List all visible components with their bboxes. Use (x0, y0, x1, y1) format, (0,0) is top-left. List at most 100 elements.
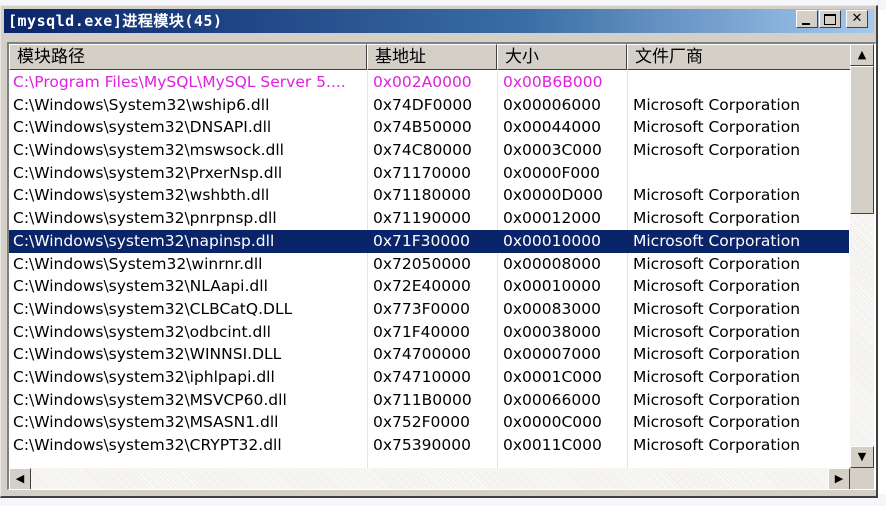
scroll-right-button[interactable]: ▶ (828, 468, 850, 489)
scroll-up-button[interactable]: ▲ (850, 44, 874, 66)
cell-size: 0x00083000 (503, 299, 601, 318)
table-row[interactable]: C:\Windows\system32\napinsp.dll 0x71F3000… (9, 229, 849, 253)
cell-base-address: 0x002A0000 (373, 73, 472, 91)
list-rows: C:\Program Files\MySQL\MySQL Server 5...… (9, 71, 849, 457)
cell-base-address: 0x71180000 (373, 186, 471, 205)
cell-base-address: 0x74C80000 (373, 141, 472, 160)
table-row[interactable]: C:\Windows\System32\winrnr.dll 0x72050000… (9, 253, 849, 276)
cell-module-path: C:\Windows\system32\MSASN1.dll (13, 413, 279, 432)
table-row[interactable]: C:\Windows\system32\odbcint.dll 0x71F4000… (9, 321, 849, 344)
table-row[interactable]: C:\Windows\system32\mswsock.dll 0x74C8000… (9, 139, 849, 162)
table-row[interactable]: C:\Windows\system32\MSASN1.dll 0x752F0000… (9, 411, 849, 434)
cell-module-path: C:\Program Files\MySQL\MySQL Server 5...… (13, 73, 346, 91)
module-list[interactable]: 模块路径 基地址 大小 文件厂商 C:\Program Files\MySQL\… (7, 42, 876, 490)
cell-module-path: C:\Windows\system32\iphlpapi.dll (13, 367, 275, 386)
table-row[interactable]: C:\Windows\system32\wshbth.dll 0x71180000… (9, 184, 849, 207)
cell-size: 0x0001C000 (503, 367, 602, 386)
cell-vendor: Microsoft Corporation (633, 390, 801, 409)
cell-module-path: C:\Windows\system32\WINNSI.DLL (13, 345, 282, 364)
cell-size: 0x00038000 (503, 322, 601, 341)
cell-module-path: C:\Windows\system32\pnrpnsp.dll (13, 209, 277, 228)
cell-base-address: 0x74700000 (373, 345, 471, 364)
cell-size: 0x00007000 (503, 345, 601, 364)
minimize-button[interactable] (796, 10, 818, 28)
scrollbar-corner (850, 468, 874, 489)
cell-module-path: C:\Windows\system32\PrxerNsp.dll (13, 163, 283, 182)
cell-module-path: C:\Windows\system32\NLAapi.dll (13, 277, 268, 296)
scroll-down-button[interactable]: ▼ (850, 446, 874, 468)
vertical-scrollbar[interactable]: ▲ ▼ (850, 44, 874, 468)
cell-size: 0x0000F000 (503, 163, 600, 182)
cell-vendor: Microsoft Corporation (633, 299, 801, 318)
cell-module-path: C:\Windows\system32\wshbth.dll (13, 186, 270, 205)
column-header-vendor[interactable]: 文件厂商 (627, 44, 855, 70)
cell-module-path: C:\Windows\system32\DNSAPI.dll (13, 118, 272, 137)
cell-vendor: Microsoft Corporation (633, 436, 801, 454)
cell-module-path: C:\Windows\system32\CLBCatQ.DLL (13, 299, 293, 318)
maximize-button[interactable] (819, 10, 841, 28)
table-row[interactable]: C:\Windows\system32\iphlpapi.dll 0x747100… (9, 366, 849, 389)
table-row[interactable]: C:\Windows\system32\pnrpnsp.dll 0x7119000… (9, 207, 849, 230)
column-header-base[interactable]: 基地址 (367, 44, 497, 70)
arrow-left-icon: ◀ (15, 472, 25, 485)
cell-module-path: C:\Windows\system32\CRYPT32.dll (13, 436, 282, 454)
cell-vendor: Microsoft Corporation (633, 141, 801, 160)
cell-base-address: 0x773F0000 (373, 299, 470, 318)
cell-size: 0x0000D000 (503, 186, 604, 205)
close-button[interactable]: ✕ (846, 10, 868, 28)
cell-module-path: C:\Windows\system32\odbcint.dll (13, 322, 271, 341)
table-row[interactable]: C:\Program Files\MySQL\MySQL Server 5...… (9, 71, 849, 94)
horizontal-scrollbar[interactable]: ◀ ▶ (9, 468, 850, 489)
list-header: 模块路径 基地址 大小 文件厂商 (9, 44, 855, 70)
cell-vendor: Microsoft Corporation (633, 254, 801, 273)
cell-base-address: 0x71190000 (373, 209, 471, 228)
table-row[interactable]: C:\Windows\system32\DNSAPI.dll 0x74B50000… (9, 116, 849, 139)
cell-vendor: Microsoft Corporation (633, 186, 801, 205)
cell-base-address: 0x74B50000 (373, 118, 472, 137)
table-row[interactable]: C:\Windows\system32\NLAapi.dll 0x72E40000… (9, 275, 849, 298)
cell-vendor: Microsoft Corporation (633, 231, 801, 250)
cell-size: 0x00012000 (503, 209, 601, 228)
column-header-size[interactable]: 大小 (497, 44, 627, 70)
cell-size: 0x0011C000 (503, 436, 602, 454)
module-list-window: [mysqld.exe]进程模块(45) ✕ 模块路径 基地址 大小 文件厂商 … (0, 5, 878, 498)
table-row[interactable]: C:\Windows\System32\wship6.dll 0x74DF0000… (9, 94, 849, 117)
close-icon: ✕ (851, 11, 863, 26)
scroll-thumb[interactable] (850, 66, 874, 214)
cell-base-address: 0x711B0000 (373, 390, 472, 409)
cell-base-address: 0x71170000 (373, 163, 471, 182)
cell-module-path: C:\Windows\System32\wship6.dll (13, 95, 270, 114)
cell-size: 0x00B6B000 (503, 73, 603, 91)
cell-vendor: Microsoft Corporation (633, 367, 801, 386)
table-row[interactable]: C:\Windows\system32\MSVCP60.dll 0x711B000… (9, 389, 849, 412)
title-bar[interactable]: [mysqld.exe]进程模块(45) (4, 9, 874, 33)
cell-module-path: C:\Windows\system32\MSVCP60.dll (13, 390, 287, 409)
cell-base-address: 0x752F0000 (373, 413, 470, 432)
cell-vendor: Microsoft Corporation (633, 95, 801, 114)
scroll-left-button[interactable]: ◀ (9, 468, 31, 489)
cell-size: 0x00066000 (503, 390, 601, 409)
window-title: [mysqld.exe]进程模块(45) (8, 12, 223, 30)
cell-size: 0x00008000 (503, 254, 601, 273)
table-row[interactable]: C:\Windows\system32\CLBCatQ.DLL 0x773F000… (9, 298, 849, 321)
cell-vendor: Microsoft Corporation (633, 118, 801, 137)
cell-size: 0x00010000 (503, 231, 601, 250)
cell-vendor: Microsoft Corporation (633, 277, 801, 296)
cell-size: 0x00006000 (503, 95, 601, 114)
cell-vendor: Microsoft Corporation (633, 322, 801, 341)
cell-module-path: C:\Windows\system32\napinsp.dll (13, 231, 275, 250)
cell-base-address: 0x74710000 (373, 367, 471, 386)
cell-size: 0x00044000 (503, 118, 601, 137)
table-row[interactable]: C:\Windows\system32\CRYPT32.dll 0x7539000… (9, 434, 849, 457)
table-row[interactable]: C:\Windows\system32\WINNSI.DLL 0x74700000… (9, 343, 849, 366)
cell-vendor: Microsoft Corporation (633, 209, 801, 228)
cell-base-address: 0x71F40000 (373, 322, 470, 341)
cell-module-path: C:\Windows\System32\winrnr.dll (13, 254, 263, 273)
arrow-up-icon: ▲ (857, 48, 867, 61)
cell-size: 0x0000C000 (503, 413, 602, 432)
cell-vendor: Microsoft Corporation (633, 345, 801, 364)
column-header-path[interactable]: 模块路径 (9, 44, 367, 70)
table-row[interactable]: C:\Windows\system32\PrxerNsp.dll 0x711700… (9, 162, 849, 185)
cell-base-address: 0x75390000 (373, 436, 471, 454)
cell-vendor: Microsoft Corporation (633, 413, 801, 432)
